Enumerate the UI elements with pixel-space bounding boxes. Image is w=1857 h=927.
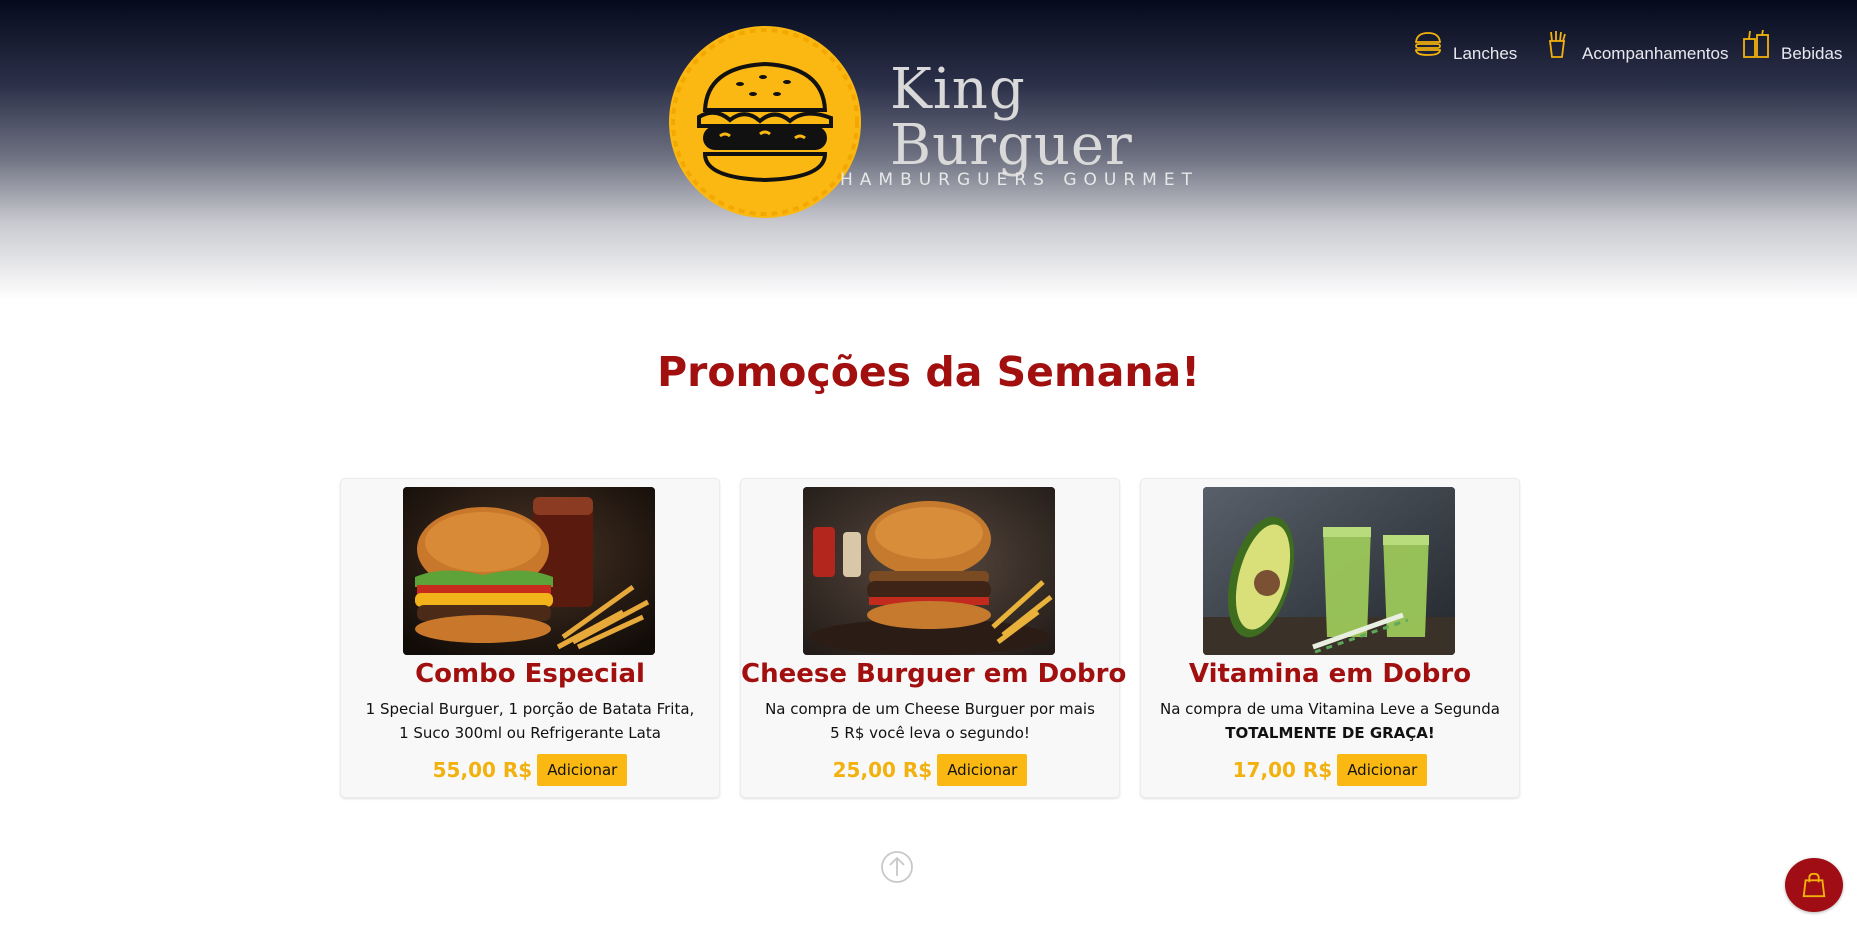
cart-button[interactable] xyxy=(1785,858,1843,912)
promo-name: Vitamina em Dobro xyxy=(1188,659,1472,689)
promo-price: 55,00 R$ xyxy=(432,758,533,782)
promo-description: Na compra de um Cheese Burguer por mais … xyxy=(765,700,1095,742)
nav-label: Lanches xyxy=(1453,44,1518,63)
brand-name-line2: Burguer xyxy=(890,113,1133,178)
fries-icon xyxy=(1548,31,1566,58)
nav-item-lanches[interactable]: Lanches xyxy=(1413,24,1517,64)
promo-price: 17,00 R$ xyxy=(1232,758,1333,782)
drinks-icon xyxy=(1743,29,1769,58)
promo-image-vitamina xyxy=(1203,487,1455,655)
promo-name: Cheese Burguer em Dobro xyxy=(741,659,1127,689)
nav-item-bebidas[interactable]: Bebidas xyxy=(1741,24,1842,64)
price-row: 25,00 R$ Adicionar xyxy=(741,754,1119,786)
burger-logo-icon xyxy=(669,26,861,218)
promo-name: Combo Especial xyxy=(415,659,645,689)
nav-item-acompanhamentos[interactable]: Acompanhamentos xyxy=(1542,24,1728,64)
promo-price: 25,00 R$ xyxy=(832,758,933,782)
promo-card: Cheese Burguer em Dobro Na compra de um … xyxy=(740,478,1127,798)
promo-card: Combo Especial 1 Special Burguer, 1 porç… xyxy=(340,478,720,798)
brand-tagline: HAMBURGUERS GOURMET xyxy=(840,170,1199,190)
promo-image-cheese-burguer xyxy=(803,487,1055,655)
scroll-top-button[interactable] xyxy=(880,850,914,884)
promo-description: Na compra de uma Vitamina Leve a Segunda… xyxy=(1159,697,1501,745)
price-row: 17,00 R$ Adicionar xyxy=(1141,754,1519,786)
promo-card: Vitamina em Dobro Na compra de uma Vitam… xyxy=(1140,478,1520,798)
site-header: King Burguer HAMBURGUERS GOURMET Lanches… xyxy=(0,0,1857,300)
add-button[interactable]: Adicionar xyxy=(937,754,1028,786)
page-title: Promoções da Semana! xyxy=(657,348,1200,396)
promo-description-text: Na compra de uma Vitamina Leve a Segunda xyxy=(1159,700,1501,718)
add-button[interactable]: Adicionar xyxy=(1337,754,1428,786)
nav-label: Acompanhamentos xyxy=(1582,44,1729,63)
price-row: 55,00 R$ Adicionar xyxy=(341,754,719,786)
promo-description: 1 Special Burguer, 1 porção de Batata Fr… xyxy=(365,700,695,742)
add-button[interactable]: Adicionar xyxy=(537,754,628,786)
burger-icon xyxy=(1414,32,1442,56)
promo-image-combo xyxy=(403,487,655,655)
shopping-bag-icon xyxy=(1802,872,1826,898)
arrow-up-circle-icon xyxy=(881,851,913,883)
logo[interactable] xyxy=(665,22,865,222)
promo-description-highlight: TOTALMENTE DE GRAÇA! xyxy=(1225,724,1435,742)
brand-name-line1: King xyxy=(890,57,1026,122)
nav-label: Bebidas xyxy=(1781,44,1843,63)
